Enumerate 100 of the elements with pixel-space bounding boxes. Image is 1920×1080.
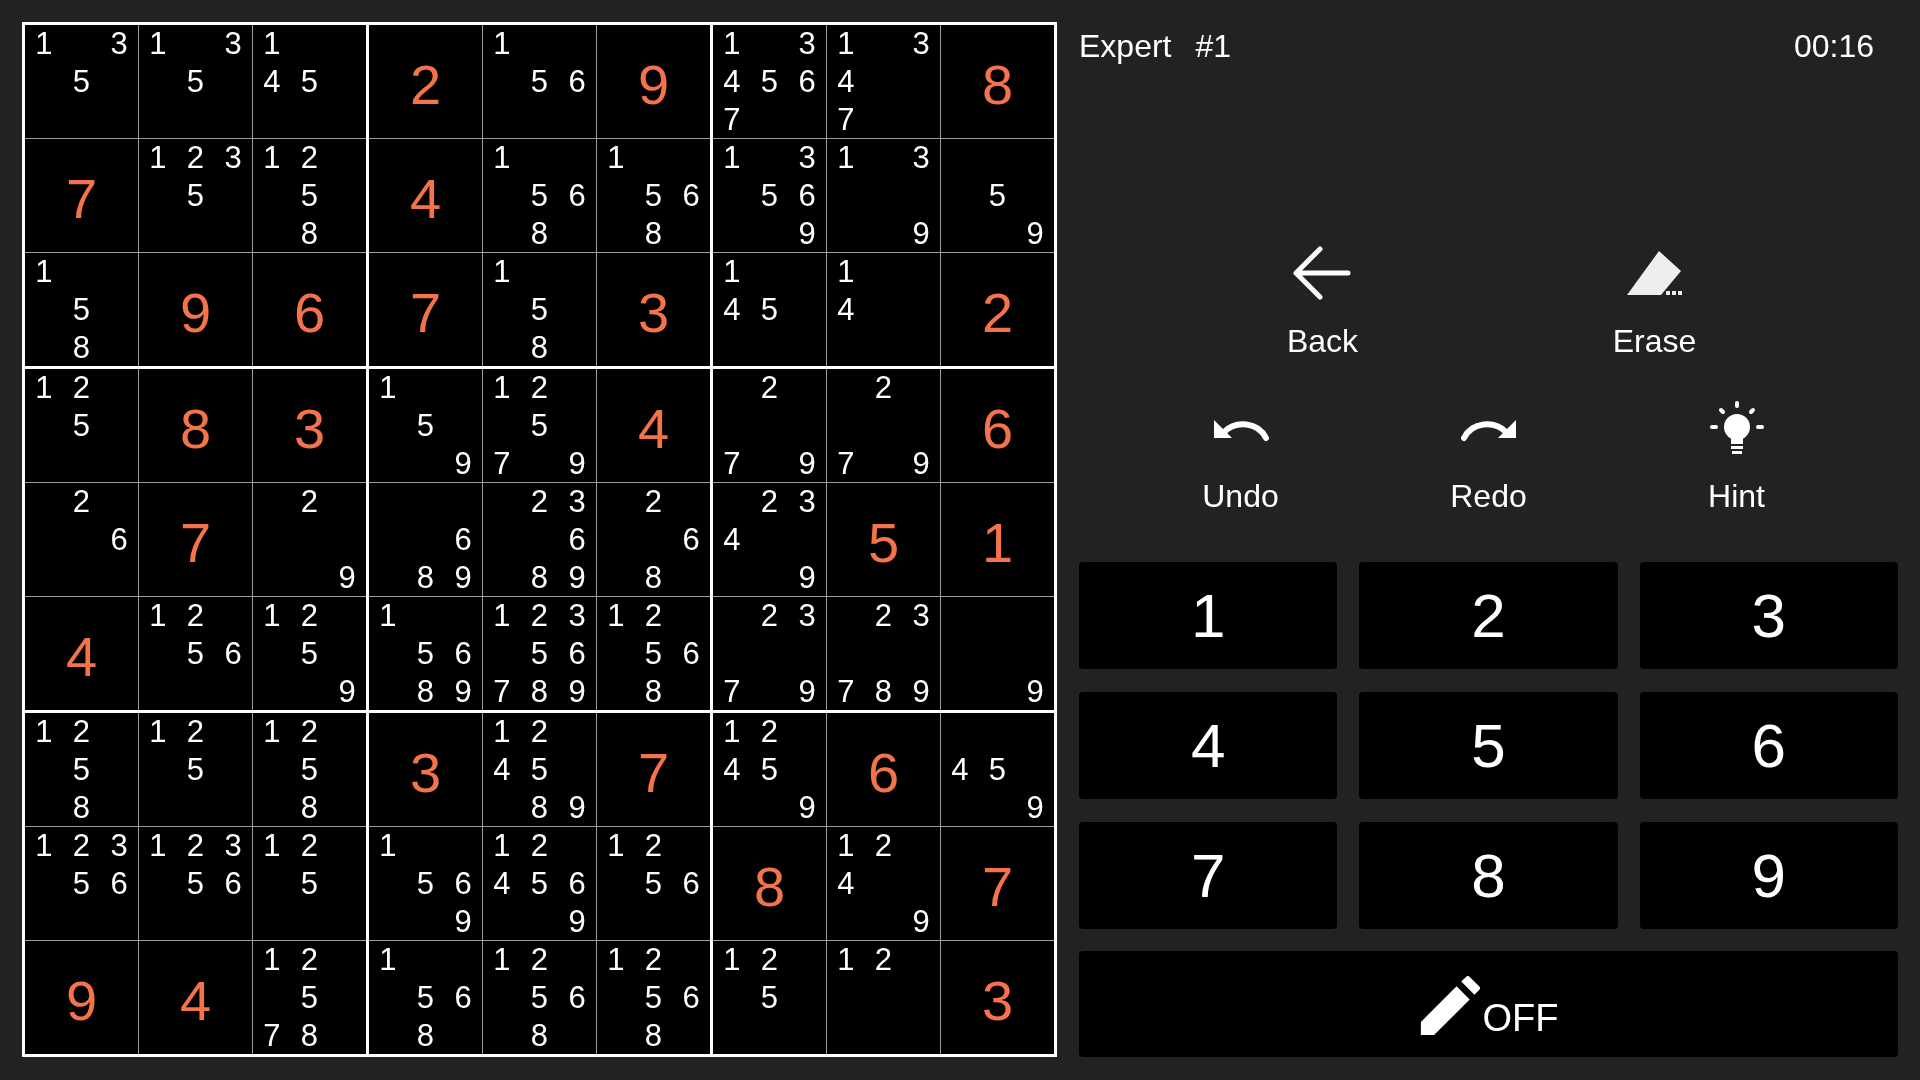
sudoku-cell[interactable]: 1 3 5 6 9 (713, 139, 826, 252)
sudoku-cell[interactable]: 1 2 3 5 6 (25, 827, 138, 940)
number-button[interactable]: 4 (1079, 692, 1338, 799)
sudoku-cell[interactable]: 2 6 8 (597, 483, 710, 596)
sudoku-cell[interactable]: 1 2 5 7 9 (483, 369, 596, 482)
sudoku-cell[interactable]: 1 2 4 9 (827, 827, 940, 940)
sudoku-cell[interactable]: 1 4 5 (713, 253, 826, 366)
number-button[interactable]: 7 (1079, 822, 1338, 929)
sudoku-cell[interactable]: 7 (369, 253, 482, 366)
sudoku-cell[interactable]: 1 2 5 7 8 (253, 941, 366, 1054)
number-button[interactable]: 5 (1359, 692, 1618, 799)
erase-button[interactable]: Erase (1612, 245, 1697, 361)
sudoku-cell[interactable]: 1 2 5 9 (253, 597, 366, 710)
sudoku-cell[interactable]: 2 7 9 (713, 369, 826, 482)
number-button[interactable]: 6 (1639, 692, 1898, 799)
hint-button[interactable]: Hint (1707, 400, 1766, 516)
sudoku-cell[interactable]: 1 5 8 (483, 253, 596, 366)
sudoku-cell[interactable]: 1 2 3 5 (139, 139, 252, 252)
sudoku-cell[interactable]: 1 2 5 (139, 713, 252, 826)
redo-button[interactable]: Redo (1450, 400, 1527, 516)
sudoku-cell[interactable]: 1 2 3 5 6 (139, 827, 252, 940)
sudoku-cell[interactable]: 1 3 4 7 (827, 25, 940, 138)
sudoku-cell[interactable]: 7 (941, 827, 1054, 940)
sudoku-cell[interactable]: 2 (369, 25, 482, 138)
sudoku-cell[interactable]: 4 (25, 597, 138, 710)
sudoku-cell[interactable]: 1 2 5 6 8 (483, 941, 596, 1054)
sudoku-cell[interactable]: 1 5 6 8 (483, 139, 596, 252)
sudoku-cell[interactable]: 1 5 6 8 (369, 941, 482, 1054)
sudoku-cell[interactable]: 9 (597, 25, 710, 138)
number-button[interactable]: 3 (1639, 562, 1898, 669)
pencil-mark: 8 (644, 1019, 663, 1051)
sudoku-cell[interactable]: 3 (369, 713, 482, 826)
sudoku-cell[interactable]: 9 (139, 253, 252, 366)
number-button[interactable]: 9 (1639, 822, 1898, 929)
sudoku-cell[interactable]: 1 2 5 6 8 (597, 941, 710, 1054)
sudoku-cell[interactable]: 2 (941, 253, 1054, 366)
sudoku-cell[interactable]: 3 (941, 941, 1054, 1054)
sudoku-cell[interactable]: 1 3 9 (827, 139, 940, 252)
sudoku-cell[interactable]: 4 (369, 139, 482, 252)
sudoku-cell[interactable]: 1 5 6 9 (369, 827, 482, 940)
sudoku-cell[interactable]: 1 2 5 (713, 941, 826, 1054)
sudoku-cell[interactable]: 4 (139, 941, 252, 1054)
sudoku-cell[interactable]: 7 (139, 483, 252, 596)
sudoku-cell[interactable]: 9 (25, 941, 138, 1054)
sudoku-cell[interactable]: 1 3 4 5 6 7 (713, 25, 826, 138)
sudoku-cell[interactable]: 5 (827, 483, 940, 596)
sudoku-cell[interactable]: 9 (941, 597, 1054, 710)
sudoku-cell[interactable]: 7 (25, 139, 138, 252)
sudoku-cell[interactable]: 1 2 (827, 941, 940, 1054)
sudoku-cell[interactable]: 8 (941, 25, 1054, 138)
number-button[interactable]: 8 (1359, 822, 1618, 929)
sudoku-cell[interactable]: 1 (941, 483, 1054, 596)
sudoku-cell[interactable]: 1 2 5 8 (25, 713, 138, 826)
sudoku-cell[interactable]: 1 2 4 5 6 9 (483, 827, 596, 940)
pencil-mark: 8 (72, 331, 91, 363)
undo-button[interactable]: Undo (1202, 400, 1279, 516)
sudoku-cell[interactable]: 2 3 4 9 (713, 483, 826, 596)
sudoku-cell[interactable]: 8 (713, 827, 826, 940)
sudoku-cell[interactable]: 6 (253, 253, 366, 366)
sudoku-cell[interactable]: 2 6 (25, 483, 138, 596)
back-button[interactable]: Back (1286, 245, 1359, 361)
sudoku-cell[interactable]: 1 5 6 (483, 25, 596, 138)
sudoku-cell[interactable]: 1 2 3 5 6 7 8 9 (483, 597, 596, 710)
sudoku-cell[interactable]: 2 3 7 9 (713, 597, 826, 710)
sudoku-cell[interactable]: 2 3 6 8 9 (483, 483, 596, 596)
sudoku-cell[interactable]: 6 (827, 713, 940, 826)
sudoku-cell[interactable]: 1 2 4 5 9 (713, 713, 826, 826)
sudoku-cell[interactable]: 1 5 8 (25, 253, 138, 366)
sudoku-cell[interactable]: 5 9 (941, 139, 1054, 252)
sudoku-cell[interactable]: 1 4 5 (253, 25, 366, 138)
sudoku-cell[interactable]: 6 (941, 369, 1054, 482)
sudoku-cell[interactable]: 1 3 5 (139, 25, 252, 138)
pencil-mark: 7 (723, 447, 741, 479)
sudoku-cell[interactable]: 1 2 5 (253, 827, 366, 940)
sudoku-cell[interactable]: 1 2 5 8 (253, 139, 366, 252)
sudoku-cell[interactable]: 1 2 5 (25, 369, 138, 482)
sudoku-cell[interactable]: 1 5 9 (369, 369, 482, 482)
number-button[interactable]: 2 (1359, 562, 1618, 669)
sudoku-cell[interactable]: 1 2 5 6 (597, 827, 710, 940)
sudoku-cell[interactable]: 3 (597, 253, 710, 366)
sudoku-cell[interactable]: 1 4 (827, 253, 940, 366)
sudoku-cell[interactable]: 4 5 9 (941, 713, 1054, 826)
pencil-mode-button[interactable]: OFF (1079, 951, 1898, 1057)
sudoku-cell[interactable]: 1 2 5 8 (253, 713, 366, 826)
sudoku-cell[interactable]: 8 (139, 369, 252, 482)
sudoku-cell[interactable]: 3 (253, 369, 366, 482)
sudoku-cell[interactable]: 2 3 7 8 9 (827, 597, 940, 710)
sudoku-cell[interactable]: 1 2 5 6 (139, 597, 252, 710)
sudoku-cell[interactable]: 4 (597, 369, 710, 482)
sudoku-cell[interactable]: 1 5 6 8 9 (369, 597, 482, 710)
sudoku-cell[interactable]: 1 2 5 6 8 (597, 597, 710, 710)
sudoku-cell[interactable]: 1 2 4 5 8 9 (483, 713, 596, 826)
sudoku-cell[interactable]: 6 8 9 (369, 483, 482, 596)
sudoku-cell[interactable]: 1 3 5 (25, 25, 138, 138)
sudoku-cell[interactable]: 2 7 9 (827, 369, 940, 482)
sudoku-cell[interactable]: 2 9 (253, 483, 366, 596)
sudoku-cell[interactable]: 7 (597, 713, 710, 826)
sudoku-cell[interactable]: 1 5 6 8 (597, 139, 710, 252)
eraser-icon (1624, 249, 1685, 297)
number-button[interactable]: 1 (1079, 562, 1338, 669)
